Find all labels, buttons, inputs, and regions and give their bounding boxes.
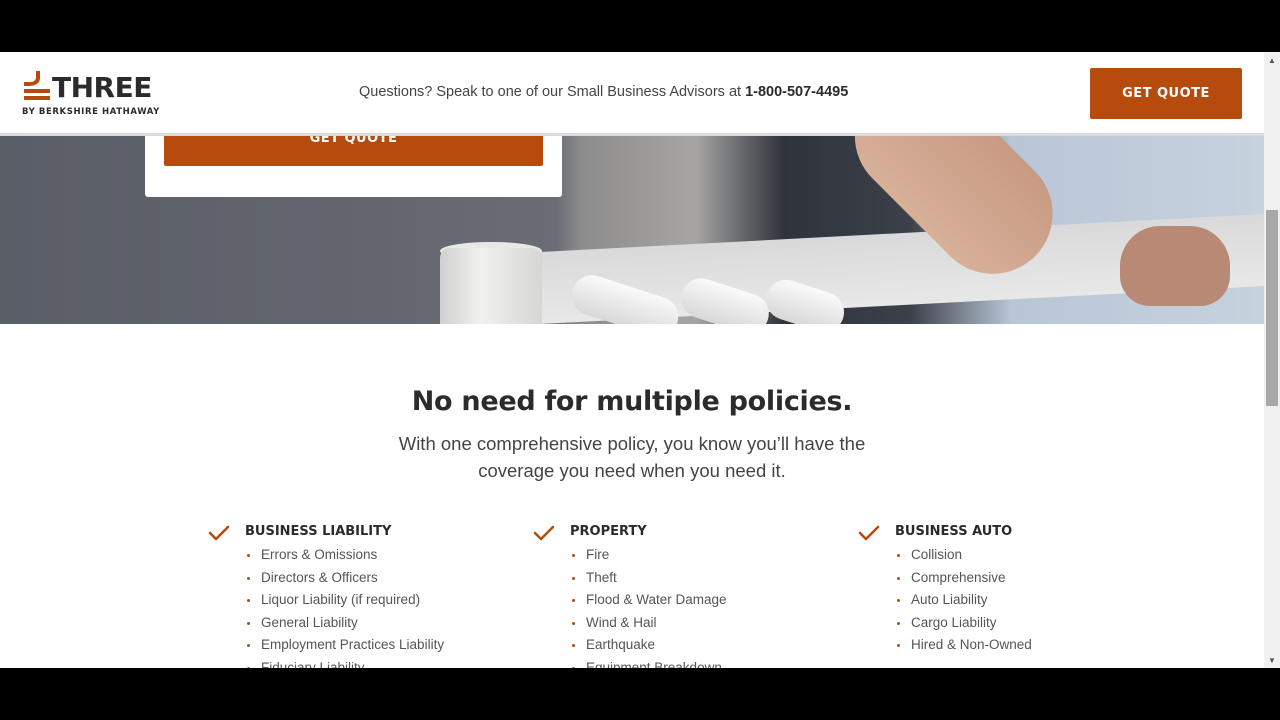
coverage-title: BUSINESS AUTO [895, 524, 1013, 539]
phone-number-link[interactable]: 1-800-507-4495 [745, 84, 848, 100]
checkmark-icon [533, 525, 555, 541]
scrollbar-thumb[interactable] [1266, 210, 1278, 406]
hero-mug [440, 248, 542, 324]
page: GET QUOTE THREE BY BERKSHIRE HATHAWAY Qu… [0, 52, 1264, 668]
list-item: Comprehensive [895, 570, 1032, 593]
advisor-message-text: Questions? Speak to one of our Small Bus… [359, 84, 746, 100]
coverage-title: PROPERTY [570, 524, 647, 539]
browser-viewport: GET QUOTE THREE BY BERKSHIRE HATHAWAY Qu… [0, 52, 1280, 668]
list-item: Liquor Liability (if required) [245, 592, 444, 615]
logo-tagline: BY BERKSHIRE HATHAWAY [22, 107, 160, 117]
hero-get-quote-button[interactable]: GET QUOTE [164, 136, 543, 166]
list-item: Earthquake [570, 637, 727, 660]
hero-banner: GET QUOTE [0, 136, 1264, 324]
vertical-scrollbar[interactable]: ▲ ▼ [1264, 52, 1280, 668]
section-title: No need for multiple policies. [411, 386, 853, 417]
hero-quote-card: GET QUOTE [145, 136, 562, 197]
coverage-list: Fire Theft Flood & Water Damage Wind & H… [570, 547, 727, 668]
list-item: Collision [895, 547, 1032, 570]
coverage-title: BUSINESS LIABILITY [245, 524, 392, 539]
list-item: Flood & Water Damage [570, 592, 727, 615]
advisor-message: Questions? Speak to one of our Small Bus… [359, 84, 848, 100]
coverage-list: Collision Comprehensive Auto Liability C… [895, 547, 1032, 660]
logo[interactable]: THREE BY BERKSHIRE HATHAWAY [22, 70, 162, 118]
scroll-down-arrow-icon[interactable]: ▼ [1264, 652, 1280, 668]
list-item: Auto Liability [895, 592, 1032, 615]
hero-hand [1120, 226, 1230, 306]
list-item: Employment Practices Liability [245, 637, 444, 660]
logo-mark-icon [24, 71, 50, 100]
list-item: General Liability [245, 615, 444, 638]
coverage-list: Errors & Omissions Directors & Officers … [245, 547, 444, 668]
scroll-up-arrow-icon[interactable]: ▲ [1264, 52, 1280, 68]
header-get-quote-button[interactable]: GET QUOTE [1090, 68, 1242, 119]
list-item: Cargo Liability [895, 615, 1032, 638]
checkmark-icon [208, 525, 230, 541]
list-item: Fiduciary Liability [245, 660, 444, 668]
logo-wordmark: THREE [52, 71, 152, 104]
section-subtitle: With one comprehensive policy, you know … [398, 433, 866, 481]
list-item: Directors & Officers [245, 570, 444, 593]
list-item: Equipment Breakdown [570, 660, 727, 668]
list-item: Wind & Hail [570, 615, 727, 638]
checkmark-icon [858, 525, 880, 541]
list-item: Errors & Omissions [245, 547, 444, 570]
list-item: Theft [570, 570, 727, 593]
site-header: THREE BY BERKSHIRE HATHAWAY Questions? S… [0, 52, 1264, 136]
list-item: Fire [570, 547, 727, 570]
list-item: Hired & Non-Owned [895, 637, 1032, 660]
